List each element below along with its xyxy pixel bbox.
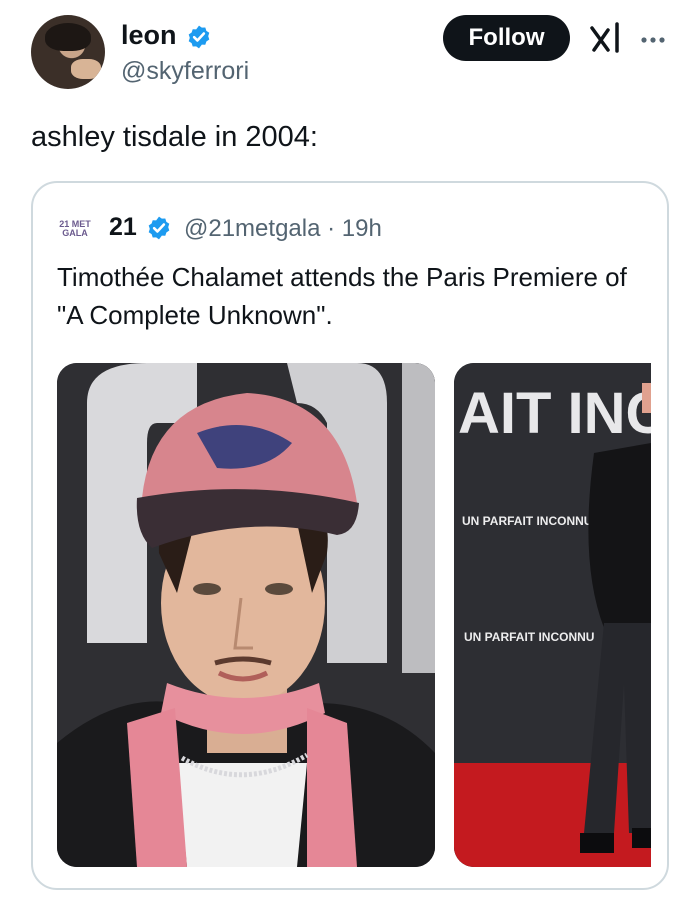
follow-button[interactable]: Follow xyxy=(443,15,570,61)
portrait-illustration xyxy=(57,363,435,867)
quoted-post-card[interactable]: 21 MET GALA 21 @21metgala · 19h Timothée… xyxy=(31,181,669,890)
photo2-sign-text: AIT INC xyxy=(458,381,651,446)
quoted-avatar-text: 21 MET GALA xyxy=(59,219,91,238)
photo2-banner-2: UN PARFAIT INCONNU xyxy=(464,630,594,644)
verified-badge-icon xyxy=(188,25,210,49)
avatar-hand xyxy=(71,59,101,79)
author-handle[interactable]: @skyferrori xyxy=(121,57,249,86)
author-name[interactable]: leon xyxy=(121,20,177,51)
quoted-author-handle-time[interactable]: @21metgala · 19h xyxy=(184,215,382,243)
photo2-banner-1: UN PARFAIT INCONNU xyxy=(462,514,592,528)
quoted-photo-2[interactable]: AIT INC UN PARFAIT INCONNU UN PARFAIT IN… xyxy=(454,363,651,867)
avatar-hair xyxy=(45,23,91,51)
verified-badge-icon xyxy=(148,216,170,240)
quoted-author-avatar[interactable]: 21 MET GALA xyxy=(59,217,91,241)
quoted-author-name[interactable]: 21 xyxy=(109,213,137,242)
quoted-photo-1[interactable] xyxy=(57,363,435,867)
red-carpet-illustration: AIT INC UN PARFAIT INCONNU UN PARFAIT IN… xyxy=(454,363,651,867)
author-avatar[interactable] xyxy=(31,15,105,89)
grok-icon[interactable] xyxy=(588,18,624,58)
quoted-post-text: Timothée Chalamet attends the Paris Prem… xyxy=(57,262,627,330)
more-options-icon[interactable] xyxy=(640,36,666,44)
post-text: ashley tisdale in 2004: xyxy=(31,121,318,153)
